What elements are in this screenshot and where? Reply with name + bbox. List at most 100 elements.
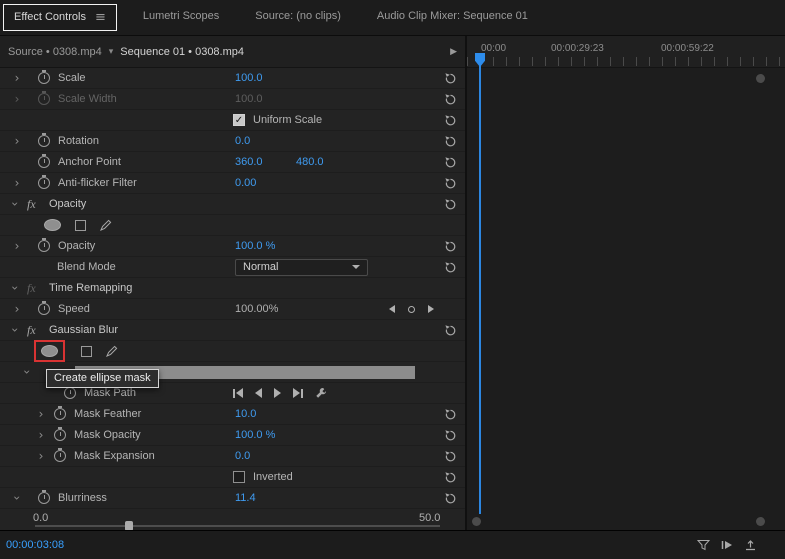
stopwatch-icon[interactable] xyxy=(38,91,50,105)
chevron-down-icon[interactable]: ▾ xyxy=(109,47,114,57)
twirl-open-icon[interactable]: › xyxy=(8,197,22,211)
property-row-opacity: › Opacity 100.0 % xyxy=(0,236,465,257)
stopwatch-icon[interactable] xyxy=(54,448,66,462)
horizontal-scrollbar-left-cap[interactable] xyxy=(472,517,481,526)
property-value[interactable]: 0.0 xyxy=(235,450,250,462)
twirl-icon[interactable]: › xyxy=(10,134,24,148)
tab-audio-clip-mixer[interactable]: Audio Clip Mixer: Sequence 01 xyxy=(367,4,538,31)
fx-badge-icon[interactable]: fx xyxy=(27,323,43,338)
slider-track[interactable] xyxy=(35,525,440,527)
blend-mode-dropdown[interactable]: Normal xyxy=(235,258,368,276)
stopwatch-icon[interactable] xyxy=(38,70,50,84)
uniform-scale-checkbox[interactable]: ✓ xyxy=(233,114,245,126)
reset-icon[interactable] xyxy=(444,135,458,148)
effect-header-time-remapping: › fx Time Remapping xyxy=(0,278,465,299)
anchor-y-value[interactable]: 480.0 xyxy=(296,156,324,168)
vertical-scrollbar-top-cap[interactable] xyxy=(756,74,765,83)
reset-icon[interactable] xyxy=(444,240,458,253)
free-draw-bezier-pen-icon[interactable] xyxy=(100,219,112,231)
previous-keyframe-button[interactable] xyxy=(389,305,395,313)
stopwatch-icon[interactable] xyxy=(54,427,66,441)
inverted-checkbox[interactable] xyxy=(233,471,245,483)
track-mask-backward-button[interactable] xyxy=(255,388,262,398)
twirl-open-icon[interactable]: › xyxy=(20,365,34,379)
twirl-icon[interactable]: › xyxy=(34,449,48,463)
sequence-clip-tab[interactable]: Sequence 01 • 0308.mp4 xyxy=(120,46,244,58)
anchor-x-value[interactable]: 360.0 xyxy=(235,156,263,168)
reset-icon[interactable] xyxy=(444,408,458,421)
next-keyframe-button[interactable] xyxy=(428,305,434,313)
property-row-scale: › Scale 100.0 xyxy=(0,68,465,89)
timeline-ruler[interactable]: 00:00 00:00:29:23 00:00:59:22 xyxy=(467,36,785,68)
reset-icon[interactable] xyxy=(444,156,458,169)
reset-icon[interactable] xyxy=(444,72,458,85)
property-value[interactable]: 0.00 xyxy=(235,177,256,189)
play-audio-icon[interactable] xyxy=(720,539,734,551)
slider-min-label: 0.0 xyxy=(33,512,49,524)
export-icon[interactable] xyxy=(744,539,757,551)
property-row-rotation: › Rotation 0.0 xyxy=(0,131,465,152)
twirl-open-icon[interactable]: › xyxy=(8,323,22,337)
track-mask-backward-one-frame-button[interactable] xyxy=(233,388,243,398)
twirl-icon[interactable]: › xyxy=(34,428,48,442)
stopwatch-icon[interactable] xyxy=(38,490,50,504)
current-timecode[interactable]: 00:00:03:08 xyxy=(6,539,64,551)
vertical-scrollbar-bottom-cap[interactable] xyxy=(756,517,765,526)
stopwatch-icon[interactable] xyxy=(64,385,76,399)
reset-icon[interactable] xyxy=(444,429,458,442)
property-value[interactable]: 100.00% xyxy=(235,303,278,315)
stopwatch-icon[interactable] xyxy=(38,301,50,315)
tab-label: Effect Controls xyxy=(14,11,86,23)
free-draw-bezier-pen-icon[interactable] xyxy=(106,345,118,357)
create-ellipse-mask-button[interactable] xyxy=(44,219,61,231)
stopwatch-icon[interactable] xyxy=(38,154,50,168)
tab-lumetri-scopes[interactable]: Lumetri Scopes xyxy=(133,4,229,31)
stopwatch-icon[interactable] xyxy=(38,238,50,252)
create-rect-mask-button[interactable] xyxy=(75,219,86,231)
reset-icon[interactable] xyxy=(444,93,458,106)
create-ellipse-mask-button[interactable] xyxy=(41,345,58,357)
reset-icon[interactable] xyxy=(444,114,458,127)
reset-icon[interactable] xyxy=(444,177,458,190)
property-value[interactable]: 100.0 xyxy=(235,72,263,84)
reset-icon[interactable] xyxy=(444,492,458,505)
tab-effect-controls[interactable]: Effect Controls ≡ xyxy=(3,4,117,31)
twirl-icon[interactable]: › xyxy=(10,239,24,253)
reset-icon[interactable] xyxy=(444,471,458,484)
clip-source-bar: Source • 0308.mp4 ▾ Sequence 01 • 0308.m… xyxy=(0,36,465,68)
tab-source-monitor[interactable]: Source: (no clips) xyxy=(245,4,351,31)
twirl-icon[interactable]: › xyxy=(10,176,24,190)
add-keyframe-button[interactable] xyxy=(408,305,415,313)
property-label: Opacity xyxy=(58,240,96,252)
checkbox-group: ✓ Uniform Scale xyxy=(233,114,322,126)
property-value[interactable]: 0.0 xyxy=(235,135,250,147)
property-value[interactable]: 11.4 xyxy=(235,492,256,504)
twirl-icon[interactable]: › xyxy=(10,302,24,316)
reset-icon[interactable] xyxy=(444,450,458,463)
filter-properties-icon[interactable] xyxy=(697,539,710,551)
stopwatch-icon[interactable] xyxy=(38,175,50,189)
fx-badge-icon[interactable]: fx xyxy=(27,197,43,212)
source-clip-tab[interactable]: Source • 0308.mp4 xyxy=(8,46,102,58)
reset-icon[interactable] xyxy=(444,198,458,211)
twirl-open-icon[interactable]: › xyxy=(10,491,24,505)
stopwatch-icon[interactable] xyxy=(54,406,66,420)
track-mask-forward-one-frame-button[interactable] xyxy=(293,388,303,398)
twirl-open-icon[interactable]: › xyxy=(8,281,22,295)
twirl-icon[interactable]: › xyxy=(10,71,24,85)
property-label: Anti-flicker Filter xyxy=(58,177,137,189)
property-label: Rotation xyxy=(58,135,99,147)
stopwatch-icon[interactable] xyxy=(38,133,50,147)
reset-icon[interactable] xyxy=(444,261,458,274)
timeline-view-toggle-icon[interactable]: ▶ xyxy=(450,47,457,57)
tracking-method-wrench-icon[interactable] xyxy=(315,387,327,399)
twirl-icon[interactable]: › xyxy=(10,92,24,106)
property-value[interactable]: 10.0 xyxy=(235,408,256,420)
panel-menu-icon[interactable]: ≡ xyxy=(95,11,106,24)
track-mask-forward-button[interactable] xyxy=(274,388,281,398)
twirl-icon[interactable]: › xyxy=(34,407,48,421)
reset-icon[interactable] xyxy=(444,324,458,337)
property-value[interactable]: 100.0 % xyxy=(235,429,275,441)
create-rect-mask-button[interactable] xyxy=(81,345,92,357)
property-value[interactable]: 100.0 % xyxy=(235,240,275,252)
